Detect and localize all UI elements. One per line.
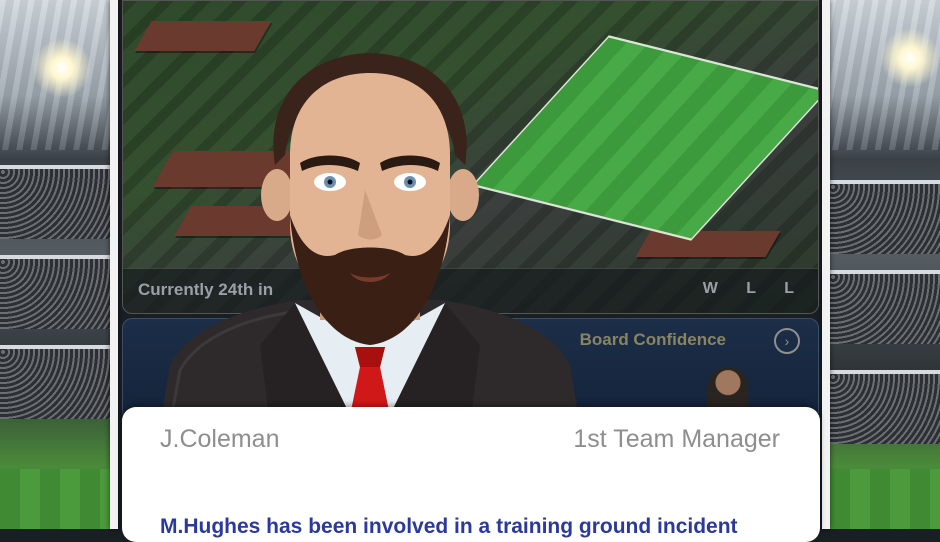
frame-edge-left [110, 0, 118, 529]
stadium-background-left [0, 0, 112, 529]
stadium-background-right [830, 0, 940, 529]
map-building [635, 231, 781, 257]
manager-avatar [160, 53, 580, 425]
stadium-crowd [0, 255, 112, 329]
floodlight [32, 38, 92, 98]
floodlight [880, 28, 940, 88]
form-guide: W L L [702, 280, 806, 297]
stadium-crowd [0, 165, 112, 239]
board-confidence-title: Board Confidence [579, 330, 726, 349]
chevron-right-icon[interactable]: › [774, 328, 800, 354]
stadium-pitch [0, 469, 112, 529]
stadium-pitch [830, 469, 940, 529]
stadium-crowd [0, 345, 112, 419]
stadium-crowd [830, 180, 940, 254]
stadium-crowd [830, 370, 940, 444]
speaker-role: 1st Team Manager [573, 425, 780, 453]
message-text: M.Hughes has been involved in a training… [160, 515, 738, 538]
stadium-crowd [830, 270, 940, 344]
frame-edge-right [822, 0, 830, 529]
speaker-name: J.Coleman [160, 425, 280, 453]
message-dialog[interactable]: J.Coleman 1st Team Manager M.Hughes has … [122, 407, 820, 542]
